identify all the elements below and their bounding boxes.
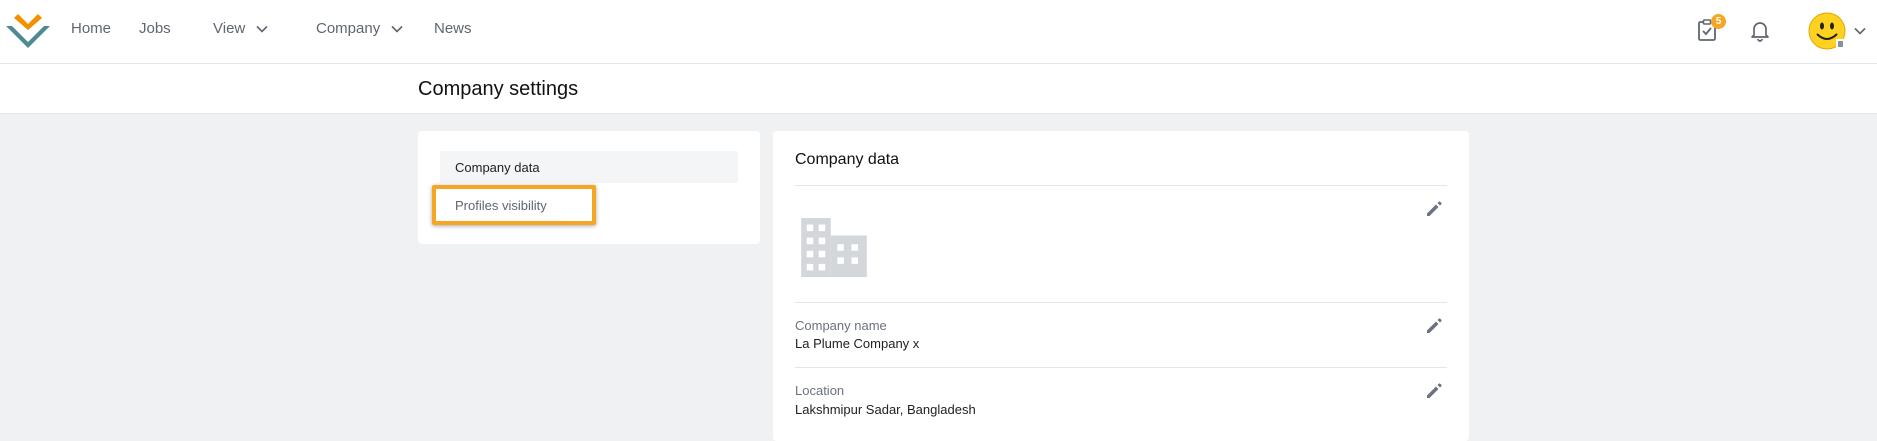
menu-item-label: Company data — [455, 159, 540, 175]
edit-logo-pencil-icon[interactable] — [1424, 199, 1444, 219]
card-title: Company data — [795, 151, 900, 168]
nav-jobs-label: Jobs — [139, 20, 171, 37]
menu-item-company-data[interactable]: Company data — [440, 151, 738, 183]
menu-item-profiles-visibility[interactable]: Profiles visibility — [440, 189, 738, 221]
edit-company-name-pencil-icon[interactable] — [1424, 316, 1444, 336]
nav-home-label: Home — [71, 20, 112, 37]
user-avatar-smiley-icon[interactable] — [1808, 12, 1846, 50]
company-logo-icon[interactable] — [6, 12, 50, 48]
company-building-icon — [801, 218, 867, 277]
top-navigation-bar: Home Jobs View Company News 5 — [0, 0, 1877, 64]
settings-menu-card: Company data Profiles visibility — [418, 131, 760, 244]
tasks-count-badge: 5 — [1711, 14, 1726, 29]
chevron-down-icon — [256, 25, 268, 33]
nav-news-label: News — [434, 20, 472, 37]
divider — [795, 185, 1447, 186]
company-data-card: Company data Company name La Plume Compa… — [773, 131, 1469, 441]
divider — [795, 302, 1447, 303]
nav-view-dropdown[interactable]: View — [213, 20, 269, 37]
location-value: Lakshmipur Sadar, Bangladesh — [795, 402, 976, 417]
chevron-down-icon[interactable] — [1853, 24, 1867, 38]
page-title: Company settings — [418, 78, 579, 100]
divider — [795, 367, 1447, 368]
nav-company-label: Company — [316, 20, 381, 37]
page-header: Company settings — [0, 64, 1877, 114]
nav-news[interactable]: News — [434, 20, 472, 37]
nav-home[interactable]: Home — [71, 20, 111, 37]
nav-company-dropdown[interactable]: Company — [316, 20, 404, 37]
bell-notification-icon[interactable] — [1748, 18, 1772, 42]
location-label: Location — [795, 383, 845, 398]
nav-jobs[interactable]: Jobs — [139, 20, 171, 37]
company-name-label: Company name — [795, 318, 887, 333]
nav-view-label: View — [213, 20, 246, 37]
chevron-down-icon — [391, 25, 403, 33]
company-name-value: La Plume Company x — [795, 336, 920, 351]
edit-location-pencil-icon[interactable] — [1424, 381, 1444, 401]
menu-item-label: Profiles visibility — [455, 197, 547, 213]
